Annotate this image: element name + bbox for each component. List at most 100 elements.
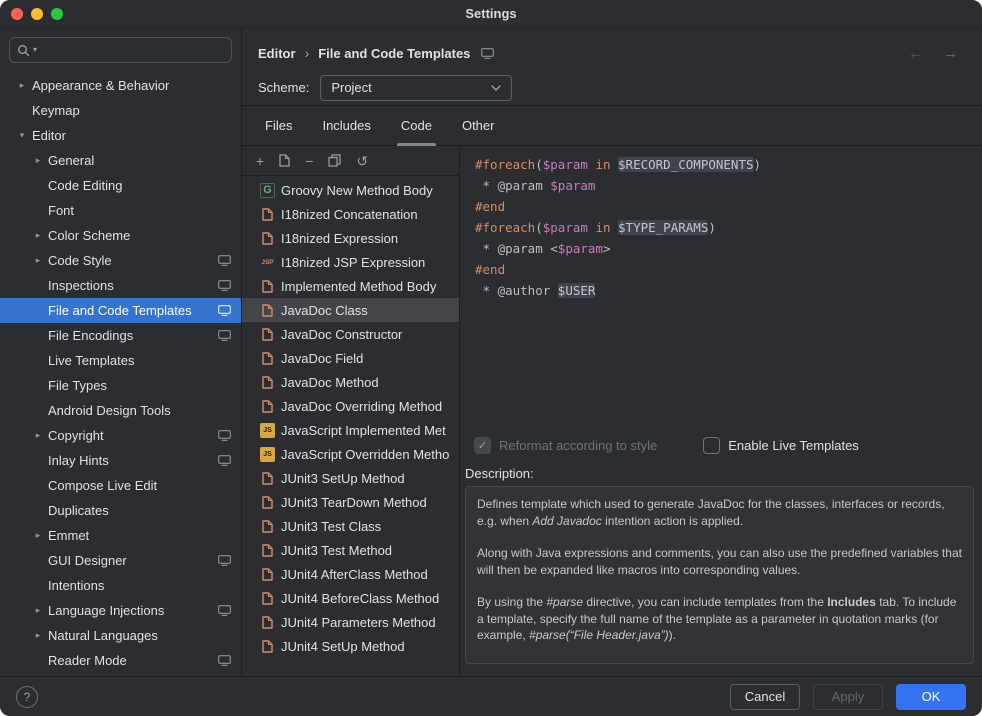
template-item-junit3-setup-method[interactable]: JUnit3 SetUp Method	[242, 466, 459, 490]
sidebar-item-duplicates[interactable]: Duplicates	[0, 498, 241, 523]
template-item-i18nized-concatenation[interactable]: I18nized Concatenation	[242, 202, 459, 226]
template-file-icon	[260, 399, 275, 414]
template-item-label: JUnit3 TearDown Method	[281, 495, 427, 510]
settings-search-box[interactable]: ▾	[9, 37, 232, 63]
breadcrumb-editor[interactable]: Editor	[258, 46, 296, 61]
breadcrumb-separator: ›	[305, 45, 310, 61]
template-item-javascript-implemented-met[interactable]: JSJavaScript Implemented Met	[242, 418, 459, 442]
template-item-groovy-new-method-body[interactable]: GGroovy New Method Body	[242, 178, 459, 202]
template-item-label: JavaDoc Overriding Method	[281, 399, 442, 414]
chevron-right-icon[interactable]: ▸	[28, 630, 48, 641]
sidebar-item-font[interactable]: Font	[0, 198, 241, 223]
sidebar-item-file-encodings[interactable]: File Encodings	[0, 323, 241, 348]
template-file-icon	[260, 615, 275, 630]
chevron-right-icon[interactable]: ▸	[28, 155, 48, 166]
chevron-right-icon[interactable]: ▸	[28, 430, 48, 441]
sidebar-item-file-and-code-templates[interactable]: File and Code Templates	[0, 298, 241, 323]
template-file-icon	[260, 591, 275, 606]
template-item-junit4-beforeclass-method[interactable]: JUnit4 BeforeClass Method	[242, 586, 459, 610]
sidebar-item-android-design-tools[interactable]: Android Design Tools	[0, 398, 241, 423]
template-file-icon	[260, 351, 275, 366]
minimize-window-button[interactable]	[31, 8, 43, 20]
chevron-right-icon[interactable]: ▸	[28, 230, 48, 241]
zoom-window-button[interactable]	[51, 8, 63, 20]
sidebar-item-language-injections[interactable]: ▸Language Injections	[0, 598, 241, 623]
sidebar-item-label: Emmet	[48, 528, 231, 543]
template-item-javascript-overridden-metho[interactable]: JS JavaScript Overridden Metho	[242, 442, 459, 466]
chevron-right-icon[interactable]: ▸	[12, 80, 32, 91]
chevron-right-icon[interactable]: ▸	[28, 605, 48, 616]
template-item-junit4-setup-method[interactable]: JUnit4 SetUp Method	[242, 634, 459, 658]
sidebar-item-code-style[interactable]: ▸Code Style	[0, 248, 241, 273]
reformat-option[interactable]: ✓ Reformat according to style	[474, 437, 657, 454]
tab-code[interactable]: Code	[386, 106, 447, 145]
ok-button[interactable]: OK	[896, 684, 966, 710]
back-button[interactable]: ←	[908, 45, 923, 62]
template-item-junit3-test-class[interactable]: JUnit3 Test Class	[242, 514, 459, 538]
sidebar-item-intentions[interactable]: Intentions	[0, 573, 241, 598]
sidebar-item-copyright[interactable]: ▸Copyright	[0, 423, 241, 448]
template-item-javadoc-constructor[interactable]: JavaDoc Constructor	[242, 322, 459, 346]
template-item-junit4-afterclass-method[interactable]: JUnit4 AfterClass Method	[242, 562, 459, 586]
copy-icon[interactable]	[328, 154, 341, 167]
sidebar-item-file-types[interactable]: File Types	[0, 373, 241, 398]
template-item-junit3-teardown-method[interactable]: JUnit3 TearDown Method	[242, 490, 459, 514]
sidebar-item-inlay-hints[interactable]: Inlay Hints	[0, 448, 241, 473]
template-item-javadoc-field[interactable]: JavaDoc Field	[242, 346, 459, 370]
window-title: Settings	[465, 6, 516, 21]
template-editor[interactable]: #foreach($param in $RECORD_COMPONENTS) *…	[465, 146, 974, 428]
sidebar-item-color-scheme[interactable]: ▸Color Scheme	[0, 223, 241, 248]
sidebar-item-editor[interactable]: ▾Editor	[0, 123, 241, 148]
sidebar-item-appearance-behavior[interactable]: ▸Appearance & Behavior	[0, 73, 241, 98]
template-item-javadoc-overriding-method[interactable]: JavaDoc Overriding Method	[242, 394, 459, 418]
sidebar-item-natural-languages[interactable]: ▸Natural Languages	[0, 623, 241, 648]
forward-button[interactable]: →	[943, 45, 958, 62]
template-item-label: JavaScript Overridden Metho	[281, 447, 449, 462]
search-history-chevron-icon[interactable]: ▾	[33, 46, 37, 54]
sidebar-item-gui-designer[interactable]: GUI Designer	[0, 548, 241, 573]
template-item-implemented-method-body[interactable]: Implemented Method Body	[242, 274, 459, 298]
live-templates-option[interactable]: Enable Live Templates	[703, 437, 859, 454]
template-item-label: I18nized JSP Expression	[281, 255, 425, 270]
sidebar-item-label: Android Design Tools	[48, 403, 231, 418]
tab-other[interactable]: Other	[447, 106, 510, 145]
tab-includes[interactable]: Includes	[307, 106, 385, 145]
chevron-down-icon[interactable]: ▾	[12, 130, 32, 141]
sidebar-item-reader-mode[interactable]: Reader Mode	[0, 648, 241, 673]
code-line: * @param <$param>	[475, 238, 964, 259]
template-item-junit4-parameters-method[interactable]: JUnit4 Parameters Method	[242, 610, 459, 634]
create-child-icon[interactable]	[279, 154, 290, 167]
settings-window: Settings ▾ ▸Appearance & BehaviorKeymap▾…	[0, 0, 982, 716]
apply-button[interactable]: Apply	[813, 684, 883, 710]
sidebar-item-emmet[interactable]: ▸Emmet	[0, 523, 241, 548]
sidebar-item-live-templates[interactable]: Live Templates	[0, 348, 241, 373]
breadcrumb-current-page: File and Code Templates	[318, 46, 470, 61]
template-item-javadoc-method[interactable]: JavaDoc Method	[242, 370, 459, 394]
scheme-select[interactable]: Project	[320, 75, 512, 101]
template-item-i18nized-jsp-expression[interactable]: JSPI18nized JSP Expression	[242, 250, 459, 274]
reformat-checkbox[interactable]: ✓	[474, 437, 491, 454]
sidebar-item-code-editing[interactable]: Code Editing	[0, 173, 241, 198]
cancel-button[interactable]: Cancel	[730, 684, 800, 710]
js-file-icon: JS	[260, 447, 275, 462]
live-templates-checkbox[interactable]	[703, 437, 720, 454]
chevron-right-icon[interactable]: ▸	[28, 255, 48, 266]
sidebar-item-keymap[interactable]: Keymap	[0, 98, 241, 123]
code-line: #foreach($param in $TYPE_PARAMS)	[475, 217, 964, 238]
revert-icon[interactable]: ↺	[356, 154, 368, 168]
close-window-button[interactable]	[11, 8, 23, 20]
help-button[interactable]: ?	[16, 686, 38, 708]
tab-files[interactable]: Files	[250, 106, 307, 145]
add-icon[interactable]: +	[256, 154, 264, 168]
template-item-i18nized-expression[interactable]: I18nized Expression	[242, 226, 459, 250]
sidebar-item-general[interactable]: ▸General	[0, 148, 241, 173]
description-panel[interactable]: Defines template which used to generate …	[465, 486, 974, 664]
template-item-javadoc-class[interactable]: JavaDoc Class	[242, 298, 459, 322]
sidebar-item-compose-live-edit[interactable]: Compose Live Edit	[0, 473, 241, 498]
remove-icon[interactable]: −	[305, 154, 313, 168]
sidebar-item-inspections[interactable]: Inspections	[0, 273, 241, 298]
search-input[interactable]	[40, 43, 224, 58]
chevron-right-icon[interactable]: ▸	[28, 530, 48, 541]
template-item-label: Groovy New Method Body	[281, 183, 433, 198]
template-item-junit3-test-method[interactable]: JUnit3 Test Method	[242, 538, 459, 562]
